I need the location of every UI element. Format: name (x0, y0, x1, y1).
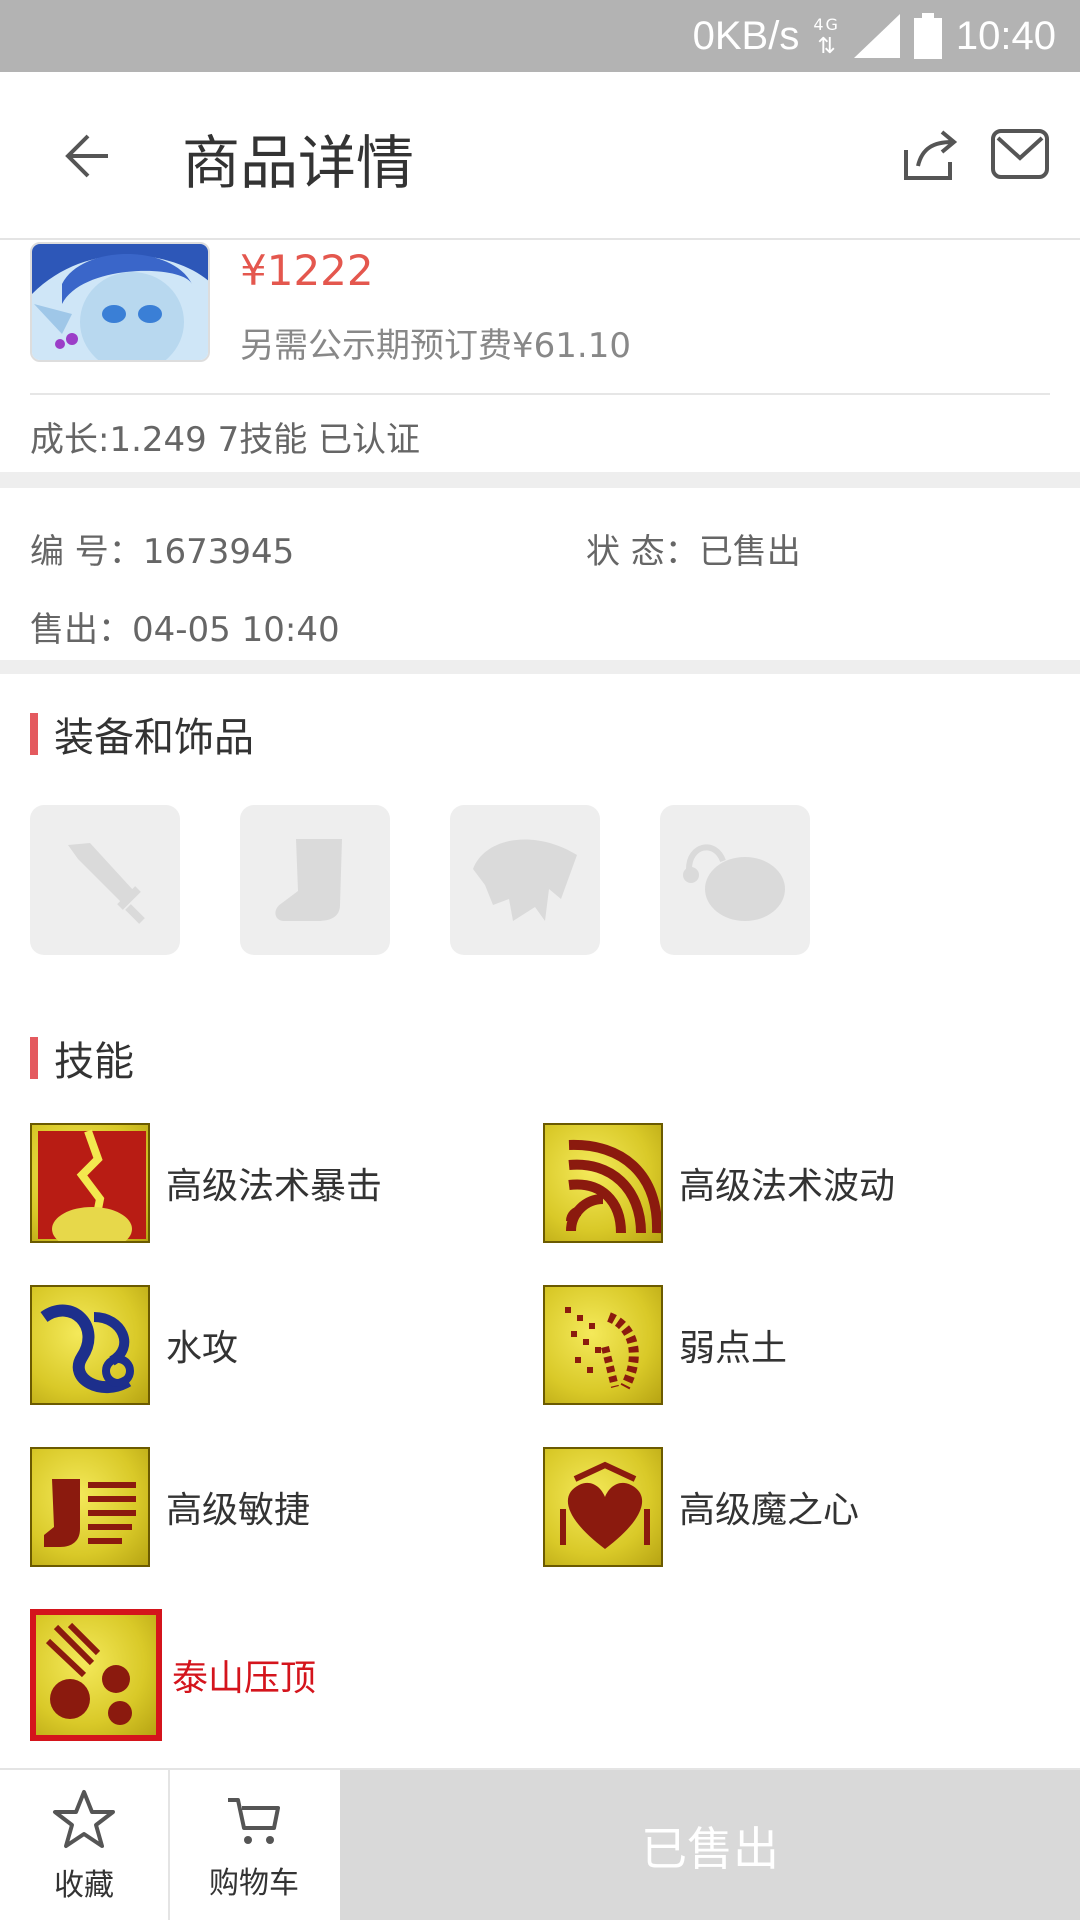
wave-icon (543, 1123, 663, 1243)
sold-out-button[interactable]: 已售出 (340, 1770, 1080, 1920)
sold-time-label: 售出： (30, 610, 132, 650)
skill-item[interactable]: 水攻 (30, 1285, 238, 1405)
boulder-icon (30, 1609, 162, 1741)
price: ¥1222 (240, 246, 374, 295)
cart-icon (228, 1798, 280, 1844)
share-button[interactable] (900, 124, 960, 184)
helmet-icon (473, 839, 577, 921)
favorite-button[interactable]: 收藏 (0, 1770, 168, 1920)
divider (30, 393, 1050, 395)
sold-time: 售出：04-05 10:40 (30, 602, 340, 651)
skill-item[interactable]: 高级法术波动 (543, 1123, 895, 1243)
top-nav: 商品详情 (0, 72, 1080, 240)
network-speed: 0KB/s (692, 13, 800, 58)
demon-heart-icon (543, 1447, 663, 1567)
equipment-slot-accessory[interactable] (660, 805, 810, 955)
skill-item[interactable]: 高级法术暴击 (30, 1123, 382, 1243)
section-gap (0, 472, 1080, 488)
item-status-value: 已售出 (698, 532, 801, 572)
page-title: 商品详情 (182, 129, 415, 197)
equipment-slot-boots[interactable] (240, 805, 390, 955)
item-id-value: 1673945 (142, 532, 295, 572)
equipment-slot-weapon[interactable] (30, 805, 180, 955)
sword-icon (68, 843, 145, 924)
water-icon (30, 1285, 150, 1405)
crack-sun-icon (30, 1123, 150, 1243)
boot-icon (275, 839, 342, 921)
skill-item[interactable]: 弱点土 (543, 1285, 787, 1405)
item-id: 编 号：1673945 (30, 524, 294, 573)
reservation-fee: 另需公示期预订费¥61.10 (240, 326, 631, 366)
growth-summary: 成长:1.249 7技能 已认证 (30, 420, 421, 460)
section-gap (0, 660, 1080, 674)
skill-name: 高级法术暴击 (166, 1166, 383, 1207)
earth-weak-icon (543, 1285, 663, 1405)
skill-name: 水攻 (166, 1328, 239, 1369)
item-status-label: 状 态： (586, 532, 699, 572)
item-id-label: 编 号： (30, 532, 143, 572)
boot-speed-icon (30, 1447, 150, 1567)
skill-name: 弱点土 (679, 1328, 788, 1369)
back-button[interactable] (52, 124, 116, 188)
network-type-icon: 4G ⇅ (813, 15, 840, 59)
message-button[interactable] (990, 128, 1050, 180)
pet-portrait-image (32, 244, 208, 360)
skill-name: 泰山压顶 (172, 1658, 317, 1699)
mail-icon (991, 129, 1049, 179)
skill-name: 高级魔之心 (679, 1490, 860, 1531)
signal-icon (853, 14, 900, 58)
skill-name: 高级敏捷 (166, 1490, 311, 1531)
battery-icon (913, 13, 942, 59)
cart-label: 购物车 (209, 1866, 299, 1901)
star-icon (53, 1790, 115, 1848)
favorite-label: 收藏 (54, 1868, 114, 1903)
skill-item[interactable]: 高级魔之心 (543, 1447, 859, 1567)
equipment-slot-armor[interactable] (450, 805, 600, 955)
back-arrow-icon (65, 134, 108, 178)
skills-title-text: 技能 (54, 1039, 134, 1085)
section-accent-bar (30, 1037, 38, 1079)
skill-name: 高级法术波动 (679, 1166, 896, 1207)
pouch-icon (683, 844, 785, 921)
share-icon (904, 130, 958, 180)
skill-item[interactable]: 泰山压顶 (30, 1609, 316, 1741)
equipment-section-title: 装备和饰品 (30, 712, 254, 761)
bottom-action-bar: 收藏 购物车 已售出 (0, 1768, 1080, 1920)
equipment-title-text: 装备和饰品 (54, 715, 254, 761)
item-status: 状 态：已售出 (586, 524, 801, 573)
section-accent-bar (30, 713, 38, 755)
sold-time-value: 04-05 10:40 (132, 610, 340, 650)
clock: 10:40 (955, 13, 1056, 58)
cart-button[interactable]: 购物车 (170, 1770, 338, 1920)
status-bar: 0KB/s 4G ⇅ 10:40 (0, 0, 1080, 72)
pet-avatar (30, 242, 210, 362)
skill-item[interactable]: 高级敏捷 (30, 1447, 310, 1567)
skills-section-title: 技能 (30, 1036, 134, 1085)
